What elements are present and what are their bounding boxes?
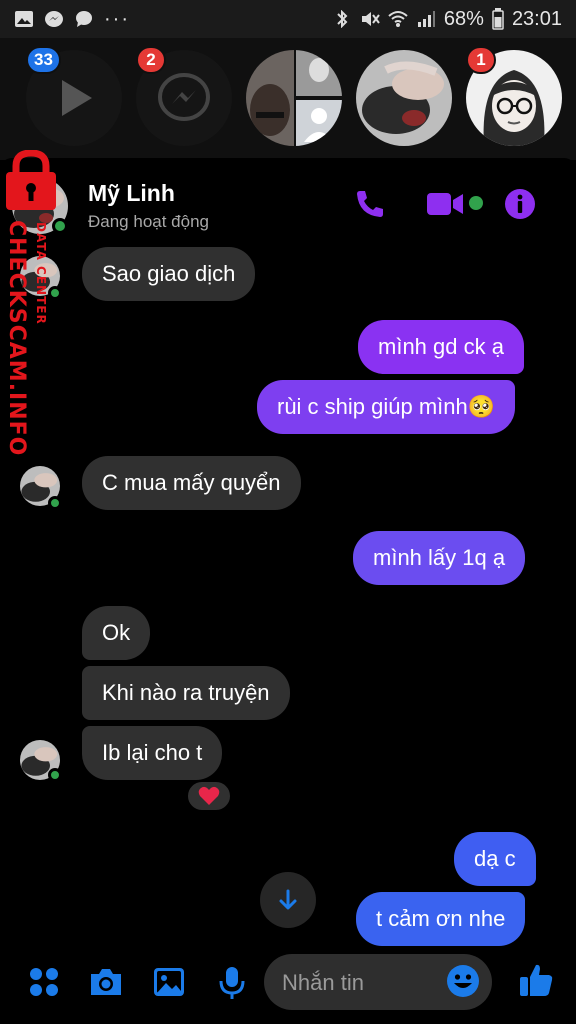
bluetooth-icon [337, 10, 348, 28]
scroll-to-bottom-button[interactable] [260, 872, 316, 928]
battery-percent: 68% [443, 7, 484, 30]
unread-badge: 33 [26, 46, 61, 74]
more-notifications-icon: ··· [104, 7, 130, 30]
active-contact-avatar [356, 50, 452, 146]
arrow-down-icon [279, 889, 297, 910]
gallery-notification-icon [15, 11, 33, 27]
online-indicator [52, 218, 68, 234]
messenger-notification-icon [45, 11, 63, 27]
heart-icon [198, 786, 220, 805]
contact-name[interactable]: Mỹ Linh [88, 180, 175, 207]
chat-notification-icon [76, 11, 92, 27]
conversation-header: Mỹ Linh Đang hoạt động [0, 158, 576, 250]
video-call-icon[interactable] [426, 188, 466, 220]
message-bubble-incoming[interactable]: Ib lại cho t [82, 726, 223, 780]
emoji-icon[interactable] [446, 964, 480, 998]
camera-icon[interactable] [88, 966, 124, 998]
unread-badge: 1 [466, 46, 496, 74]
active-chat-head[interactable] [356, 50, 452, 146]
heart-reaction[interactable] [186, 780, 232, 812]
chat-panel: Mỹ Linh Đang hoạt động Sao giao dịch mìn… [0, 158, 576, 1024]
unread-badge: 2 [136, 46, 166, 74]
message-bubble-incoming[interactable]: C mua mấy quyển [82, 456, 301, 510]
battery-icon [492, 8, 504, 30]
online-indicator [48, 496, 62, 510]
info-icon[interactable] [504, 188, 536, 220]
thumbs-up-icon[interactable] [518, 962, 554, 998]
group-avatar [246, 50, 342, 146]
microphone-icon[interactable] [218, 966, 246, 1000]
apps-menu-icon[interactable] [28, 966, 60, 998]
message-input[interactable]: Nhắn tin [264, 954, 492, 1010]
video-active-indicator [469, 196, 483, 210]
message-bubble-incoming[interactable]: Ok [82, 606, 151, 660]
status-bar: ··· 68% 23:01 [0, 0, 576, 38]
message-bubble-incoming[interactable]: Khi nào ra truyện [82, 666, 290, 720]
phone-call-icon[interactable] [354, 188, 386, 220]
chat-heads-bar: 33 2 1 [0, 38, 576, 160]
message-bubble-incoming[interactable]: Sao giao dịch [82, 247, 256, 301]
active-status: Đang hoạt động [88, 212, 209, 231]
message-bubble-outgoing[interactable]: dạ c [454, 832, 536, 886]
message-bubble-outgoing[interactable]: mình gd ck ạ [358, 320, 524, 374]
message-bubble-outgoing[interactable]: t cảm ơn nhe [356, 892, 526, 946]
mute-icon [361, 12, 380, 26]
message-input-placeholder: Nhắn tin [282, 970, 364, 995]
online-indicator [48, 768, 62, 782]
wifi-icon [388, 11, 408, 27]
message-composer: Nhắn tin [0, 946, 576, 1024]
signal-icon [417, 11, 435, 27]
gallery-icon[interactable] [152, 966, 186, 998]
online-indicator [48, 286, 62, 300]
group-chat-head[interactable] [246, 50, 342, 146]
message-bubble-outgoing[interactable]: rùi c ship giúp mình🥺 [257, 380, 516, 434]
message-bubble-outgoing[interactable]: mình lấy 1q ạ [353, 531, 526, 585]
clock: 23:01 [511, 7, 562, 30]
